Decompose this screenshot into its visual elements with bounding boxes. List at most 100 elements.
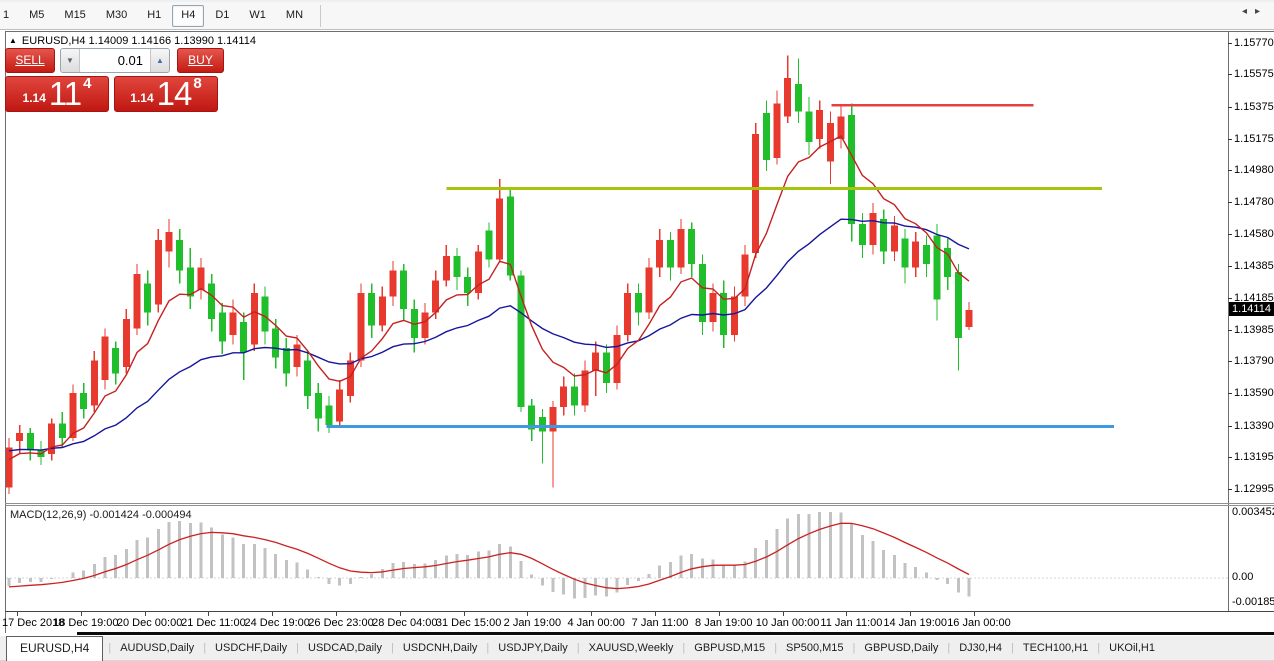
price-tick-label: 1.12995 xyxy=(1234,483,1274,495)
timeframe-button-h1[interactable]: H1 xyxy=(138,5,170,27)
chart-tab-gbpusd-m15[interactable]: GBPUSD,M15 xyxy=(686,638,773,659)
macd-bar xyxy=(296,563,299,578)
macd-bar xyxy=(776,529,779,578)
timeframe-button-m5[interactable]: M5 xyxy=(20,5,53,27)
candle-body xyxy=(710,293,717,322)
macd-bar xyxy=(946,578,949,584)
macd-bar xyxy=(221,534,224,578)
macd-bar xyxy=(72,573,75,578)
time-tick-mark xyxy=(272,612,273,616)
candle-body xyxy=(752,134,759,253)
timeframe-button-w1[interactable]: W1 xyxy=(240,5,275,27)
chart-tab-xauusd-weekly[interactable]: XAUUSD,Weekly xyxy=(581,638,682,659)
timeframe-button-h4[interactable]: H4 xyxy=(172,5,204,27)
timeframe-toolbar: 1M5M15M30H1H4D1W1MN xyxy=(0,0,1274,30)
tab-scroll-right-icon[interactable]: ▸ xyxy=(1255,6,1268,17)
candle-body xyxy=(859,224,866,245)
chart-tab-usdchf-daily[interactable]: USDCHF,Daily xyxy=(207,638,295,659)
timeframe-button-m15[interactable]: M15 xyxy=(55,5,94,27)
time-tick-mark xyxy=(208,612,209,616)
macd-bar xyxy=(349,578,352,584)
candle-body xyxy=(208,283,215,318)
chart-tab-audusd-daily[interactable]: AUDUSD,Daily xyxy=(112,638,202,659)
macd-bar xyxy=(210,528,213,578)
chart-tab-tech100-h1[interactable]: TECH100,H1 xyxy=(1015,638,1096,659)
candle-body xyxy=(848,115,855,224)
macd-bar xyxy=(189,523,192,578)
ask-prefix: 1.14 xyxy=(130,91,153,105)
timeframe-button-d1[interactable]: D1 xyxy=(206,5,238,27)
macd-label: MACD(12,26,9) -0.001424 -0.000494 xyxy=(10,509,192,521)
chart-tab-eurusd-h4[interactable]: EURUSD,H4 xyxy=(6,636,103,661)
macd-bar xyxy=(818,512,821,578)
chart-tab-dj30-h4[interactable]: DJ30,H4 xyxy=(951,638,1010,659)
candle-body xyxy=(272,328,279,357)
macd-indicator-panel[interactable] xyxy=(6,506,1229,611)
candle-body xyxy=(400,271,407,310)
candle-body xyxy=(614,335,621,383)
candle-body xyxy=(454,256,461,277)
lot-decrease-icon[interactable]: ▼ xyxy=(61,49,80,72)
sell-button[interactable]: SELL xyxy=(5,48,55,73)
time-tick-mark xyxy=(910,612,911,616)
macd-bar xyxy=(445,556,448,578)
lot-increase-icon[interactable]: ▲ xyxy=(150,49,169,72)
lot-size-group: ▼ ▲ xyxy=(60,48,170,73)
timeframe-button-m30[interactable]: M30 xyxy=(97,5,136,27)
candle-body xyxy=(144,283,151,312)
macd-bar xyxy=(690,554,693,578)
macd-histogram xyxy=(8,512,971,598)
candle-body xyxy=(6,447,13,487)
macd-bar xyxy=(104,557,107,578)
macd-bar xyxy=(701,559,704,578)
time-tick-mark xyxy=(591,612,592,616)
last-price-badge: 1.14114 xyxy=(1229,302,1274,316)
toolbar-separator xyxy=(320,5,321,27)
chart-tab-gbpusd-daily[interactable]: GBPUSD,Daily xyxy=(856,638,946,659)
candle-body xyxy=(198,267,205,289)
macd-bar xyxy=(498,544,501,578)
candle-body xyxy=(731,296,738,335)
candle-body xyxy=(251,293,258,344)
macd-bar xyxy=(850,524,853,578)
bid-price-box[interactable]: 1.14 11 4 xyxy=(5,76,109,112)
timeframe-button-mn[interactable]: MN xyxy=(277,5,312,27)
macd-bar xyxy=(370,574,373,578)
price-tick-label: 1.15175 xyxy=(1234,133,1274,145)
price-tick-label: 1.13985 xyxy=(1234,324,1274,336)
macd-bar xyxy=(893,555,896,578)
candle-body xyxy=(315,393,322,419)
lot-size-input[interactable] xyxy=(80,49,150,72)
candle-body xyxy=(688,229,695,264)
price-tick-label: 1.13390 xyxy=(1234,420,1274,432)
price-tick-mark xyxy=(1228,74,1232,75)
candle-body xyxy=(123,319,130,367)
macd-bar xyxy=(274,554,277,578)
price-tick-mark xyxy=(1228,107,1232,108)
price-tick-mark xyxy=(1228,330,1232,331)
chart-tab-usdcnh-daily[interactable]: USDCNH,Daily xyxy=(395,638,486,659)
macd-bar xyxy=(253,544,256,578)
candle-body xyxy=(678,229,685,268)
macd-bar xyxy=(520,561,523,578)
chart-tab-ukoil-h1[interactable]: UKOil,H1 xyxy=(1101,638,1163,659)
macd-bar xyxy=(18,578,21,583)
chart-tab-sp500-m15[interactable]: SP500,M15 xyxy=(778,638,851,659)
mt4-terminal: 1M5M15M30H1H4D1W1MN MACD(12,26,9) -0.001… xyxy=(0,0,1274,661)
candle-body xyxy=(91,361,98,406)
ask-price-box[interactable]: 1.14 14 8 xyxy=(114,76,218,112)
price-tick-mark xyxy=(1228,426,1232,427)
tab-scroll-left-icon[interactable]: ◂ xyxy=(1242,6,1255,17)
timeframe-button-1[interactable]: 1 xyxy=(0,5,18,27)
macd-bar xyxy=(50,578,53,579)
chart-scroll-position-bar[interactable] xyxy=(77,632,1274,635)
candle-body xyxy=(283,348,290,374)
price-tick-label: 1.13790 xyxy=(1234,355,1274,367)
price-tick-mark xyxy=(1228,202,1232,203)
macd-bar xyxy=(424,563,427,578)
buy-button[interactable]: BUY xyxy=(177,48,224,73)
chart-tab-usdcad-daily[interactable]: USDCAD,Daily xyxy=(300,638,390,659)
time-axis-divider xyxy=(5,611,1274,612)
collapse-triangle-icon[interactable]: ▲ xyxy=(9,37,17,45)
chart-tab-usdjpy-daily[interactable]: USDJPY,Daily xyxy=(490,638,576,659)
